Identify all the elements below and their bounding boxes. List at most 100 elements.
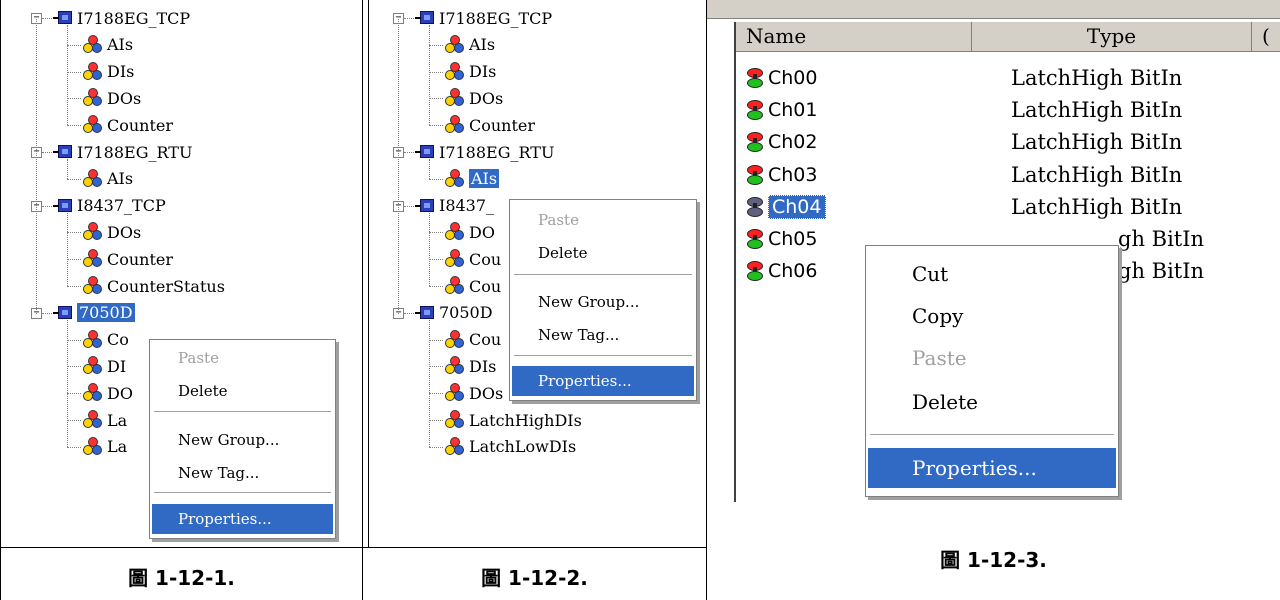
tree-connector — [429, 446, 443, 448]
menu-item-paste[interactable]: Paste — [152, 343, 333, 373]
tag-row[interactable]: Ch06 — [746, 255, 818, 287]
device-icon — [415, 198, 435, 214]
tree-node-label: Counter — [107, 249, 174, 269]
menu-item-paste[interactable]: Paste — [868, 340, 1116, 376]
tag-name: Ch04 — [768, 194, 826, 219]
group-icon — [83, 329, 103, 350]
bit-tag-icon — [746, 229, 764, 249]
group-icon — [83, 115, 103, 135]
tree-node-device[interactable]: − I8437_TCP — [31, 193, 166, 219]
menu-separator — [154, 492, 331, 493]
tree-node-group[interactable]: CounterStatus — [67, 273, 225, 299]
tree-node-group[interactable]: AIs — [429, 166, 500, 192]
menu-item-delete[interactable]: Delete — [152, 376, 333, 406]
tree-connector — [429, 232, 443, 234]
tree-node-group[interactable]: DOs — [67, 219, 141, 245]
menu-item-delete[interactable]: Delete — [512, 238, 694, 268]
tree-node-group[interactable]: DIs — [429, 353, 496, 379]
tree-node-label: Cou — [469, 330, 502, 350]
menu-separator — [514, 274, 692, 275]
column-header-type[interactable]: Type — [972, 22, 1252, 52]
menu-separator — [154, 411, 331, 412]
tree-node-group[interactable]: AIs — [67, 166, 133, 192]
menu-item-new-tag[interactable]: New Tag... — [512, 320, 694, 350]
tree-node-device[interactable]: − I8437_ — [393, 193, 494, 219]
tree-node-label: 7050D — [439, 303, 493, 323]
tree-node-device[interactable]: − I7188EG_TCP — [393, 5, 552, 31]
menu-item-cut[interactable]: Cut — [868, 256, 1116, 292]
tree-node-group[interactable]: DOs — [429, 85, 504, 111]
tree-node-group[interactable]: Counter — [429, 112, 535, 138]
context-menu: Paste Delete New Group... New Tag... Pro… — [509, 199, 697, 401]
tag-name: Ch05 — [768, 228, 818, 250]
tag-type: LatchHigh BitIn — [1011, 130, 1183, 155]
tree-node-group[interactable]: La — [67, 407, 128, 433]
tree-node-group[interactable]: DO — [67, 380, 133, 406]
tree-node-device[interactable]: − I7188EG_RTU — [393, 139, 554, 165]
tag-row[interactable]: Ch05 — [746, 223, 818, 255]
tree-node-group[interactable]: AIs — [67, 32, 133, 58]
tree-connector — [429, 393, 443, 395]
tree-node-group[interactable]: Cou — [429, 327, 502, 353]
tree-node-device[interactable]: −7050D — [31, 300, 135, 326]
menu-item-new-tag[interactable]: New Tag... — [152, 458, 333, 488]
group-icon — [445, 115, 465, 135]
tree-node-label: Co — [107, 330, 129, 350]
tree-node-group[interactable]: DIs — [67, 59, 134, 85]
tree-node-label: DOs — [469, 383, 504, 403]
tree-node-group[interactable]: LatchHighDIs — [429, 407, 582, 433]
group-icon — [445, 329, 465, 350]
tree-node-label: La — [107, 410, 128, 430]
tree-connector — [67, 420, 81, 421]
column-header-extra[interactable]: ( — [1252, 22, 1280, 52]
bit-tag-icon — [746, 196, 764, 217]
tree-connector — [67, 178, 81, 180]
menu-item-properties[interactable]: Properties... — [152, 504, 333, 534]
menu-item-new-group[interactable]: New Group... — [152, 425, 333, 455]
figure-panel-3: Name Type ( Ch00 LatchHigh BitIn Ch01 Latch… — [707, 0, 1280, 600]
menu-item-delete[interactable]: Delete — [868, 384, 1116, 420]
tree-node-group[interactable]: DOs — [429, 380, 504, 406]
tree-node-group[interactable]: Counter — [67, 112, 173, 138]
bit-tag-icon — [746, 261, 764, 282]
tree-connector — [429, 44, 443, 46]
tree-node-group[interactable]: LatchLowDIs — [429, 434, 576, 460]
tree-node-group[interactable]: Cou — [429, 246, 501, 272]
tree-trunk — [398, 19, 399, 314]
tree-node-group[interactable]: DIs — [429, 59, 496, 85]
menu-item-paste[interactable]: Paste — [512, 205, 694, 235]
menu-item-properties[interactable]: Properties... — [512, 366, 694, 396]
tree-node-group[interactable]: DO — [429, 219, 495, 245]
tree-node-label: DOs — [469, 88, 504, 108]
tree-connector — [67, 125, 81, 127]
menu-item-properties[interactable]: Properties... — [868, 448, 1116, 488]
tree-branch — [67, 212, 68, 286]
tree-node-label: DOs — [107, 88, 142, 108]
tree-branch — [429, 319, 430, 447]
menu-item-copy[interactable]: Copy — [868, 298, 1116, 334]
menu-item-new-group[interactable]: New Group... — [512, 287, 694, 317]
tree-node-device[interactable]: − I7188EG_TCP — [31, 5, 190, 31]
tree-connector — [67, 393, 81, 395]
tree-connector — [67, 44, 81, 46]
tree-connector — [404, 205, 414, 207]
tag-row[interactable]: Ch04 — [746, 191, 826, 223]
tag-type: gh BitIn — [1118, 259, 1205, 284]
tree-node-group[interactable]: Co — [67, 327, 129, 353]
tree-node-group[interactable]: DI — [67, 353, 126, 379]
tag-row[interactable]: Ch00 — [746, 62, 818, 94]
tree-node-group[interactable]: AIs — [429, 32, 495, 58]
tag-row[interactable]: Ch01 — [746, 94, 818, 126]
tag-row[interactable]: Ch03 — [746, 159, 818, 191]
tree-node-group[interactable]: DOs — [67, 85, 142, 111]
tree-connector — [429, 339, 443, 341]
caption-row: 圖 1-12-3. — [707, 540, 1280, 600]
tree-node-group[interactable]: Cou — [429, 273, 501, 299]
tag-row[interactable]: Ch02 — [746, 126, 818, 158]
tree-node-group[interactable]: Counter — [67, 246, 174, 272]
tree-node-group[interactable]: La — [67, 434, 127, 460]
column-header-name[interactable]: Name — [736, 22, 972, 52]
tree-node-label: DO — [469, 222, 495, 242]
tree-node-device[interactable]: −7050D — [393, 300, 493, 326]
tree-node-device[interactable]: − I7188EG_RTU — [31, 139, 192, 165]
